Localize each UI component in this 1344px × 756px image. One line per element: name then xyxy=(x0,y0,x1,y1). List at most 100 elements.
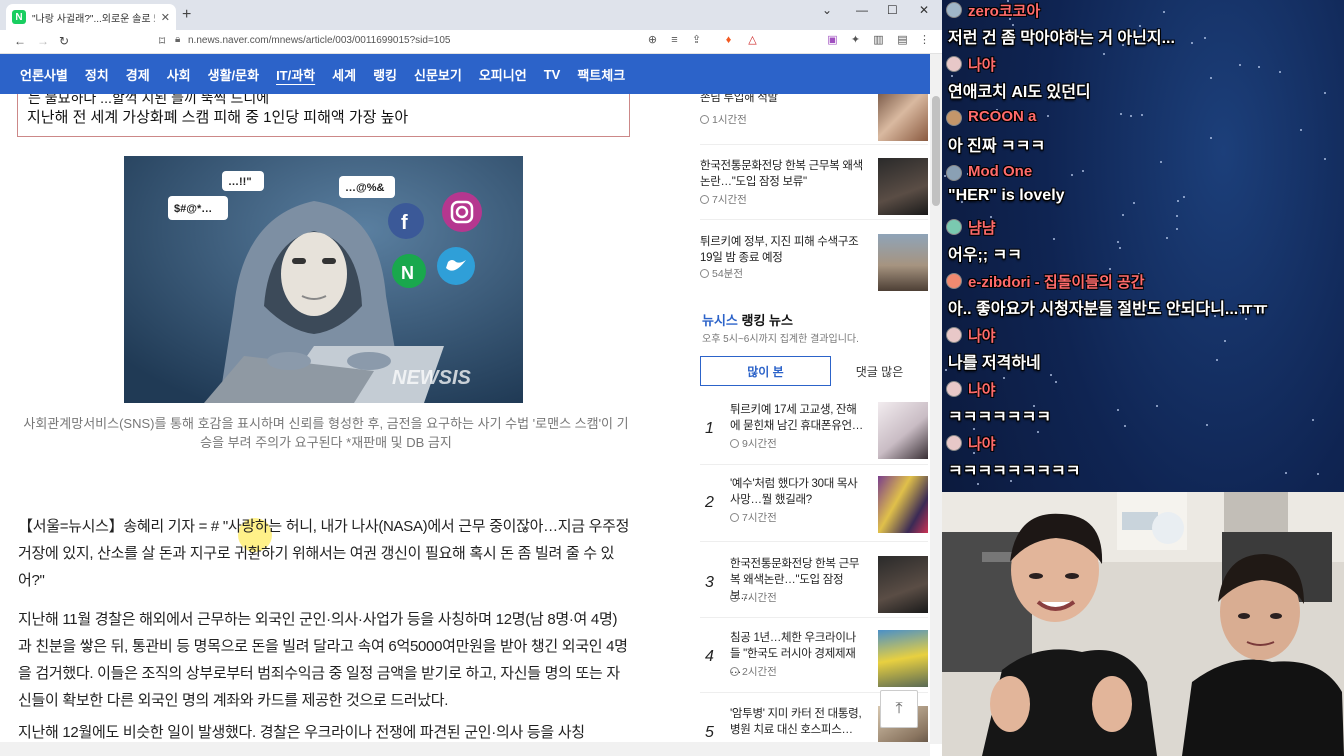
tab-close-icon[interactable]: ✕ xyxy=(161,11,170,24)
tab-bar: N "나랑 사귈래?"...외로운 솔로 또 ... ✕ + ⌄ — ☐ ✕ xyxy=(0,0,942,30)
chat-avatar-icon xyxy=(946,110,962,126)
close-window-icon[interactable]: ✕ xyxy=(919,3,929,17)
chat-avatar-icon xyxy=(946,56,962,72)
gnb-item[interactable]: 정치 xyxy=(85,65,109,84)
ranking-title: 랭킹 뉴스 xyxy=(741,313,793,328)
chat-message: 나야 ㅋㅋㅋㅋㅋㅋㅋㅋㅋ xyxy=(946,433,1342,485)
rank-thumbnail[interactable] xyxy=(878,402,928,459)
article-photo[interactable]: …!!" …@%& $#@*… f N NEWSIS xyxy=(124,156,523,403)
rail-news-time: 7시간전 xyxy=(700,192,747,207)
scroll-to-top-button[interactable]: ⤒ xyxy=(880,690,918,728)
chat-username: RCOON a xyxy=(968,108,1037,125)
chat-username: 나야 xyxy=(968,436,996,453)
tab-search-chevron-icon[interactable]: ⌄ xyxy=(822,3,832,17)
rank-title: 튀르키예 17세 고교생, 잔해에 묻힌채 남긴 휴대폰유언… xyxy=(730,404,863,432)
bubble-2: …@%& xyxy=(345,182,385,194)
extensions-icon[interactable]: ✦ xyxy=(849,34,862,47)
naver-favicon-icon: N xyxy=(12,10,26,24)
rail-news-item[interactable]: 튀르키예 정부, 지진 피해 수색구조 19일 밤 종료 예정 54분전 xyxy=(700,234,928,300)
ranking-item[interactable]: 4 침공 1년…체한 우크라이나들 "한국도 러시아 경제제재 … 2시간전 xyxy=(700,630,928,696)
rank-thumbnail[interactable] xyxy=(878,630,928,687)
sidebar-icon[interactable]: ▥ xyxy=(872,34,885,47)
chat-message: zero코코아 저런 건 좀 막아야하는 거 아닌지... xyxy=(946,0,1342,52)
gnb-item[interactable]: 사회 xyxy=(167,65,191,84)
horizontal-scrollbar[interactable] xyxy=(0,742,930,756)
wallet-icon[interactable]: ▤ xyxy=(896,34,909,47)
rank-time: 7시간전 xyxy=(730,510,777,525)
category-nav: 언론사별 정치 경제 사회 생활/문화 IT/과학 세계 랭킹 신문보기 오피니언 TV 팩트체크 xyxy=(0,54,930,94)
rail-news-item[interactable]: 손님 투입해 적발 1시간전 xyxy=(700,94,928,156)
rank-thumbnail[interactable] xyxy=(878,476,928,533)
tab-most-viewed[interactable]: 많이 본 xyxy=(700,356,831,386)
minimize-icon[interactable]: — xyxy=(856,3,868,17)
rank-title: '암투병' 지미 카터 전 대통령, 병원 치료 대신 호스피스… xyxy=(730,708,862,736)
rank-thumbnail[interactable] xyxy=(878,556,928,613)
browser-tab[interactable]: N "나랑 사귈래?"...외로운 솔로 또 ... ✕ xyxy=(6,4,176,30)
gnb-item[interactable]: 오피니언 xyxy=(479,65,527,84)
chat-text: "HER" is lovely xyxy=(948,187,1065,204)
bookmark-icon[interactable]: ⌑ xyxy=(159,34,165,48)
chat-text: 어우;; ㅋㅋ xyxy=(948,247,1022,264)
gnb-item[interactable]: 생활/문화 xyxy=(208,65,259,84)
maximize-icon[interactable]: ☐ xyxy=(887,3,898,17)
zoom-icon[interactable]: ⊕ xyxy=(646,34,659,47)
extension-m-icon[interactable]: ▣ xyxy=(826,34,839,47)
ranking-brand: 뉴시스 xyxy=(702,313,738,328)
gnb-item[interactable]: 세계 xyxy=(332,65,356,84)
rank-number: 3 xyxy=(705,574,714,591)
ranking-subtitle: 오후 5시~6시까지 집계한 결과입니다. xyxy=(702,334,859,345)
clock-icon xyxy=(700,115,709,124)
url-field[interactable]: n.news.naver.com/mnews/article/003/00116… xyxy=(188,35,451,46)
chat-text: ㅋㅋㅋㅋㅋㅋㅋㅋㅋ xyxy=(948,463,1081,480)
chat-avatar-icon xyxy=(946,165,962,181)
rank-time: 9시간전 xyxy=(730,436,777,451)
chat-message: 나야 연애코치 AI도 있던디 xyxy=(946,54,1342,106)
menu-icon[interactable]: ⋮ xyxy=(918,34,931,47)
gnb-item[interactable]: 언론사별 xyxy=(20,65,68,84)
chat-username: zero코코아 xyxy=(968,3,1041,20)
rail-news-thumbnail[interactable] xyxy=(878,234,928,291)
share-icon[interactable]: ⇪ xyxy=(690,34,703,47)
reload-icon[interactable]: ↻ xyxy=(59,34,69,48)
brave-rewards-icon[interactable]: △ xyxy=(746,34,759,47)
chat-username: 나야 xyxy=(968,328,996,345)
gnb-item[interactable]: IT/과학 xyxy=(276,65,315,84)
stream-overlay: zero코코아 저런 건 좀 막아야하는 거 아닌지... 나야 연애코치 AI도 있… xyxy=(942,0,1344,756)
rail-news-thumbnail[interactable] xyxy=(878,158,928,215)
gnb-item[interactable]: TV xyxy=(544,67,561,82)
lock-icon: 🔒︎ xyxy=(175,34,181,45)
scrollbar-thumb[interactable] xyxy=(932,96,940,206)
gnb-item[interactable]: 팩트체크 xyxy=(577,65,625,84)
chat-message: 냠냠 어우;; ㅋㅋ xyxy=(946,217,1342,269)
ranking-item[interactable]: 1 튀르키예 17세 고교생, 잔해에 묻힌채 남긴 휴대폰유언… 9시간전 xyxy=(700,402,928,468)
gnb-item[interactable]: 경제 xyxy=(126,65,150,84)
chat-avatar-icon xyxy=(946,219,962,235)
rank-number: 1 xyxy=(705,420,714,437)
forward-icon[interactable]: → xyxy=(37,34,49,48)
rail-news-thumbnail[interactable] xyxy=(878,94,928,141)
new-tab-icon[interactable]: + xyxy=(182,6,191,24)
tab-title: "나랑 사귈래?"...외로운 솔로 또 ... xyxy=(32,13,155,25)
chat-username: Mod One xyxy=(968,163,1033,180)
brave-shield-icon[interactable]: ♦ xyxy=(722,34,735,47)
ranking-item[interactable]: 2 '예수'처럼 했다가 30대 목사 사망…뭘 했길래? 7시간전 xyxy=(700,476,928,542)
bubble-3: $#@*… xyxy=(174,203,212,215)
svg-text:N: N xyxy=(401,263,414,283)
rail-news-item[interactable]: 한국전통문화전당 한복 근무복 왜색논란…"도입 잠정 보류" 7시간전 xyxy=(700,158,928,224)
gnb-item[interactable]: 랭킹 xyxy=(373,65,397,84)
chat-text: 아 진짜 ㅋㅋㅋ xyxy=(948,138,1046,155)
reader-icon[interactable]: ≡ xyxy=(668,34,681,47)
article-paragraph-3: 지난해 12월에도 비슷한 일이 발생했다. 경찰은 우크라이나 전쟁에 파견된… xyxy=(18,724,585,741)
rank-number: 2 xyxy=(705,494,714,511)
tab-most-commented[interactable]: 댓글 많은 xyxy=(831,356,928,386)
chat-text: ㅋㅋㅋㅋㅋㅋㅋ xyxy=(948,409,1052,426)
rank-number: 5 xyxy=(705,724,714,741)
divider xyxy=(700,617,928,618)
gnb-item[interactable]: 신문보기 xyxy=(414,65,462,84)
back-icon[interactable]: ← xyxy=(14,34,26,48)
divider xyxy=(700,219,928,220)
clock-icon xyxy=(730,593,739,602)
ranking-item[interactable]: 3 한국전통문화전당 한복 근무복 왜색논란…"도입 잠정 보… 7시간전 xyxy=(700,556,928,622)
bubble-1: …!!" xyxy=(228,176,252,188)
chat-message: e-zibdori - 집돌이들의 공간 아.. 좋아요가 시청자분들 절반도 안… xyxy=(946,271,1342,323)
